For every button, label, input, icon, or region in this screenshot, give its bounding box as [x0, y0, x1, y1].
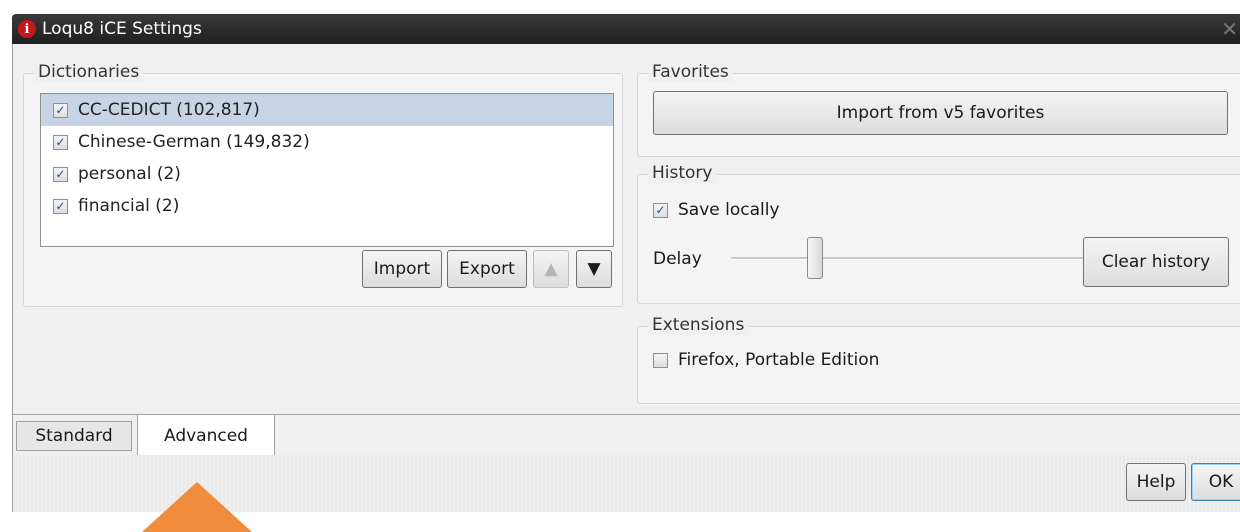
list-item[interactable]: ✓ financial (2)	[41, 190, 613, 222]
ok-button[interactable]: OK	[1191, 463, 1240, 501]
firefox-label: Firefox, Portable Edition	[678, 350, 880, 370]
save-locally-label: Save locally	[678, 200, 780, 220]
extensions-legend: Extensions	[648, 315, 749, 335]
save-locally-option[interactable]: ✓ Save locally	[653, 200, 780, 220]
list-item[interactable]: ✓ Chinese-German (149,832)	[41, 126, 613, 158]
firefox-checkbox[interactable]: ✓	[653, 352, 668, 368]
dictionary-label: personal (2)	[78, 164, 181, 184]
import-button[interactable]: Import	[362, 250, 442, 288]
settings-window: Dictionaries ✓ CC-CEDICT (102,817) ✓ Chi…	[12, 44, 1240, 512]
dictionary-checkbox[interactable]: ✓	[53, 198, 68, 214]
move-up-button[interactable]: ▲	[533, 250, 569, 288]
save-locally-checkbox[interactable]: ✓	[653, 202, 668, 218]
pointer-arrow-icon	[142, 482, 252, 532]
app-info-icon: i	[18, 20, 36, 38]
tab-advanced[interactable]: Advanced	[137, 415, 275, 457]
dictionary-label: financial (2)	[78, 196, 180, 216]
dictionaries-list[interactable]: ✓ CC-CEDICT (102,817) ✓ Chinese-German (…	[40, 93, 614, 247]
dictionary-label: Chinese-German (149,832)	[78, 132, 310, 152]
favorites-legend: Favorites	[648, 62, 733, 82]
move-down-button[interactable]: ▼	[576, 250, 612, 288]
tab-strip: Standard Advanced	[13, 414, 1240, 457]
delay-slider-thumb[interactable]	[807, 237, 823, 279]
firefox-option[interactable]: ✓ Firefox, Portable Edition	[653, 350, 879, 370]
list-item[interactable]: ✓ CC-CEDICT (102,817)	[41, 94, 613, 126]
dictionary-label: CC-CEDICT (102,817)	[78, 100, 260, 120]
triangle-down-icon: ▼	[587, 259, 601, 279]
delay-label: Delay	[653, 249, 702, 269]
delay-slider-track[interactable]	[731, 257, 1083, 260]
history-legend: History	[648, 163, 717, 183]
help-button[interactable]: Help	[1126, 463, 1186, 501]
import-favorites-button[interactable]: Import from v5 favorites	[653, 91, 1228, 135]
dictionary-checkbox[interactable]: ✓	[53, 102, 68, 118]
clear-history-button[interactable]: Clear history	[1083, 237, 1229, 287]
dictionaries-legend: Dictionaries	[34, 62, 144, 82]
close-icon[interactable]: ✕	[1221, 17, 1238, 41]
dictionary-checkbox[interactable]: ✓	[53, 166, 68, 182]
title-bar: i Loqu8 iCE Settings ✕	[12, 14, 1240, 44]
tab-standard[interactable]: Standard	[16, 421, 132, 451]
window-title: Loqu8 iCE Settings	[42, 19, 202, 39]
triangle-up-icon: ▲	[544, 259, 558, 279]
list-item[interactable]: ✓ personal (2)	[41, 158, 613, 190]
dictionary-checkbox[interactable]: ✓	[53, 134, 68, 150]
export-button[interactable]: Export	[447, 250, 527, 288]
